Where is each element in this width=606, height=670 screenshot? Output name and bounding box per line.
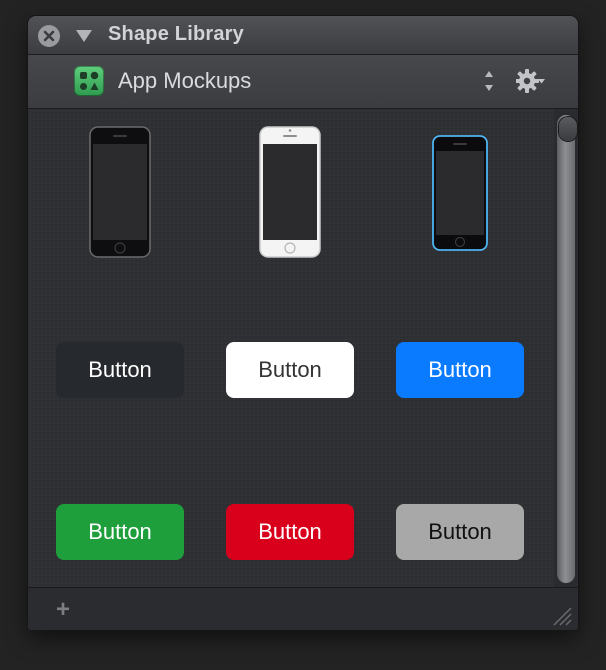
title-bar[interactable]: Shape Library [28,16,578,55]
shape-iphone-black[interactable] [89,126,151,258]
vertical-scrollbar[interactable] [554,109,578,587]
triangle-down-icon[interactable] [76,30,92,42]
scroll-thumb[interactable] [559,117,577,141]
resize-grip-icon[interactable] [550,604,572,626]
iphone-black-icon [89,126,151,258]
shape-grid: Button Button Button Button Button Butto… [28,109,552,587]
shape-button-white[interactable]: Button [226,342,354,398]
shape-button-red[interactable]: Button [226,504,354,560]
shape-iphone-white[interactable] [259,126,321,258]
iphone-white-icon [259,126,321,258]
close-button[interactable] [38,25,60,47]
add-button[interactable]: + [56,596,70,624]
window-title: Shape Library [108,23,244,45]
iphone-blue-icon [432,135,488,251]
close-icon [43,30,55,42]
shape-library-window: Shape Library App Mockups Button Button … [28,16,578,630]
shape-button-blue[interactable]: Button [396,342,524,398]
shapes-icon [74,66,104,96]
scroll-track[interactable] [557,115,577,583]
shape-button-dark[interactable]: Button [56,342,184,398]
up-down-arrows-icon[interactable] [482,68,496,94]
gear-icon[interactable] [516,67,546,95]
shape-iphone-blue[interactable] [432,135,488,251]
library-name: App Mockups [118,68,252,93]
shape-button-gray[interactable]: Button [396,504,524,560]
shape-button-green[interactable]: Button [56,504,184,560]
library-selector[interactable]: App Mockups [28,55,578,109]
footer-bar: + [28,587,578,630]
